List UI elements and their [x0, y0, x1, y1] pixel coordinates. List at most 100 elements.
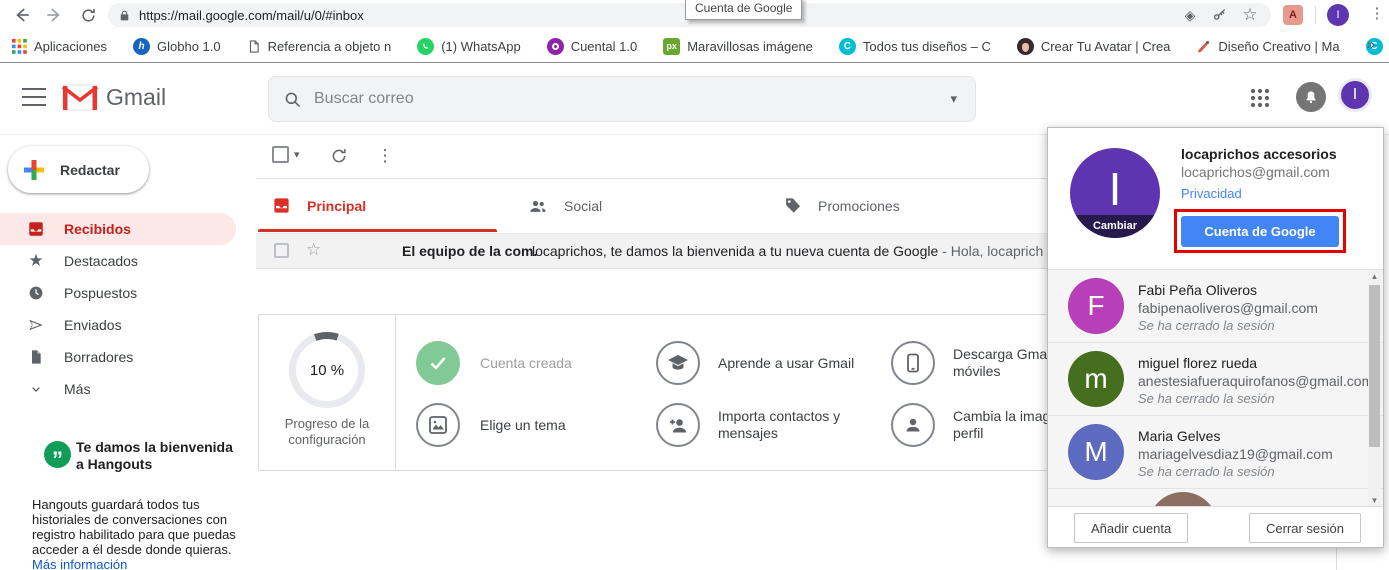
- setup-item-cuenta-creada: Cuenta creada: [480, 355, 640, 372]
- bookmark-diamond-icon[interactable]: ◈: [1179, 4, 1201, 26]
- search-icon[interactable]: [283, 90, 302, 109]
- sidebar-item-borradores[interactable]: Borradores: [0, 341, 236, 373]
- bookmark-referencia[interactable]: Referencia a objeto n: [247, 39, 392, 54]
- setup-item-importa[interactable]: Importa contactos y mensajes: [718, 408, 878, 442]
- url-text[interactable]: https://mail.google.com/mail/u/0/#inbox: [139, 8, 1171, 23]
- tab-social[interactable]: Social: [528, 179, 602, 232]
- current-account-avatar[interactable]: I Cambiar: [1070, 148, 1160, 238]
- theme-image-icon[interactable]: [416, 403, 460, 447]
- select-all-checkbox[interactable]: [272, 146, 289, 163]
- chevron-down-icon: [26, 379, 46, 399]
- bookmark-todos-tus-disenos[interactable]: C Todos tus diseños – C: [839, 38, 991, 55]
- search-options-caret-icon[interactable]: ▾: [946, 91, 961, 107]
- toolbar-separator: [1315, 6, 1316, 24]
- tab-promociones[interactable]: Promociones: [783, 179, 900, 232]
- setup-item-tema[interactable]: Elige un tema: [480, 417, 640, 434]
- privacy-link[interactable]: Privacidad: [1181, 186, 1242, 201]
- hangouts-more-info-link[interactable]: Más información: [32, 557, 127, 570]
- globho-icon: h: [133, 38, 150, 55]
- account-avatar-f: F: [1068, 278, 1124, 334]
- browser-profile-avatar[interactable]: I: [1327, 4, 1349, 26]
- forward-icon[interactable]: [42, 3, 66, 27]
- more-options-icon[interactable]: ⋮: [372, 143, 398, 169]
- account-row-miguel[interactable]: m miguel florez rueda anestesiafueraquir…: [1048, 343, 1383, 416]
- bookmark-cuental[interactable]: Cuental 1.0: [547, 38, 638, 55]
- sidebar: Redactar Recibidos ★ Destacados Pospuest…: [0, 135, 256, 570]
- account-row-fabi[interactable]: F Fabi Peña Oliveros fabipenaoliveros@gm…: [1048, 270, 1383, 343]
- sidebar-item-mas[interactable]: Más: [0, 373, 236, 405]
- sidebar-item-destacados[interactable]: ★ Destacados: [0, 245, 236, 277]
- annotation-highlight-box: Cuenta de Google: [1174, 209, 1346, 253]
- account-avatar-mg: M: [1068, 424, 1124, 480]
- hangouts-icon: ”: [44, 441, 71, 468]
- password-key-icon[interactable]: [1209, 4, 1231, 26]
- avatar-photo-icon: [1017, 38, 1034, 55]
- canva-icon: C: [839, 38, 856, 55]
- change-avatar-label[interactable]: Cambiar: [1070, 215, 1160, 238]
- compose-button[interactable]: Redactar: [8, 146, 149, 193]
- sign-out-button[interactable]: Cerrar sesión: [1249, 513, 1361, 543]
- bookmark-crear-tu-avatar[interactable]: Crear Tu Avatar | Crea: [1017, 38, 1171, 55]
- sidebar-item-enviados[interactable]: Enviados: [0, 309, 236, 341]
- bookmark-maravillosas[interactable]: px Maravillosas imágene: [663, 38, 813, 55]
- setup-item-aprende[interactable]: Aprende a usar Gmail: [718, 355, 878, 372]
- import-contacts-icon[interactable]: [656, 403, 700, 447]
- social-people-icon: [528, 196, 548, 216]
- google-account-button[interactable]: Cuenta de Google: [1181, 216, 1339, 247]
- adobe-pdf-extension-icon[interactable]: A: [1283, 5, 1303, 25]
- account-row-maria[interactable]: M Maria Gelves mariagelvesdiaz19@gmail.c…: [1048, 416, 1383, 489]
- bookmarks-overflow-icon[interactable]: »: [1367, 36, 1375, 53]
- account-avatar[interactable]: I: [1338, 78, 1372, 112]
- star-icon: ★: [26, 251, 46, 271]
- search-bar[interactable]: ▾: [268, 76, 976, 122]
- progress-ring: 10 %: [289, 332, 365, 408]
- bookmark-diseno-creativo[interactable]: Diseño Creativo | Ma: [1196, 39, 1339, 54]
- main-menu-icon[interactable]: [22, 88, 46, 108]
- bookmark-star-icon[interactable]: ☆: [1239, 4, 1261, 26]
- partial-account-avatar[interactable]: [1148, 492, 1218, 506]
- principal-inbox-icon: [272, 196, 291, 215]
- content-edge-divider: [1336, 548, 1337, 570]
- refresh-list-icon[interactable]: [326, 143, 352, 169]
- browser-menu-icon[interactable]: ⋮: [1368, 4, 1386, 26]
- scroll-up-icon[interactable]: ▲: [1368, 270, 1381, 283]
- notifications-bell-icon[interactable]: [1296, 82, 1326, 112]
- learn-gmail-icon[interactable]: [656, 341, 700, 385]
- progress-caption: Progreso de la configuración: [267, 416, 387, 448]
- add-account-button[interactable]: Añadir cuenta: [1074, 513, 1188, 543]
- bookmark-aplicaciones[interactable]: Aplicaciones: [12, 39, 107, 54]
- current-account-name: locaprichos accesorios: [1181, 146, 1337, 162]
- lock-icon: [118, 9, 131, 22]
- sidebar-item-recibidos[interactable]: Recibidos: [0, 213, 236, 245]
- mobile-phone-icon[interactable]: [891, 341, 935, 385]
- tooltip-cuenta-de-google: Cuenta de Google: [685, 0, 802, 20]
- search-input[interactable]: [314, 90, 946, 108]
- screen: https://mail.google.com/mail/u/0/#inbox …: [0, 0, 1389, 570]
- sidebar-item-pospuestos[interactable]: Pospuestos: [0, 277, 236, 309]
- bookmark-globho[interactable]: h Globho 1.0: [133, 38, 221, 55]
- progress-value: 10 %: [296, 339, 358, 401]
- cuental-icon: [547, 38, 564, 55]
- scroll-down-icon[interactable]: ▼: [1368, 494, 1381, 506]
- back-icon[interactable]: [10, 3, 34, 27]
- profile-image-icon[interactable]: [891, 403, 935, 447]
- plus-multicolor-icon: [22, 158, 46, 182]
- account-created-check-icon: [416, 341, 460, 385]
- email-snippet: - Hola, locaprich: [942, 243, 1043, 259]
- apps-grid-icon[interactable]: [1250, 88, 1270, 108]
- current-account-email: locaprichos@gmail.com: [1181, 164, 1330, 180]
- account-list-scrollbar[interactable]: ▲ ▼: [1368, 270, 1381, 506]
- draft-file-icon: [26, 347, 46, 367]
- refresh-icon[interactable]: [76, 3, 100, 27]
- account-menu-footer: Añadir cuenta Cerrar sesión: [1048, 506, 1383, 547]
- gmail-logo[interactable]: Gmail: [62, 84, 166, 111]
- setup-progress-section: 10 % Progreso de la configuración: [259, 315, 396, 470]
- scrollbar-thumb[interactable]: [1369, 285, 1380, 447]
- whatsapp-icon: [417, 38, 434, 55]
- bookmark-whatsapp[interactable]: (1) WhatsApp: [417, 38, 520, 55]
- bookmarks-bar: Aplicaciones h Globho 1.0 Referencia a o…: [0, 30, 1389, 63]
- email-star-icon[interactable]: ☆: [306, 240, 321, 260]
- tab-principal[interactable]: Principal: [272, 179, 366, 232]
- email-checkbox[interactable]: [274, 243, 289, 258]
- select-caret-icon[interactable]: ▾: [294, 148, 300, 161]
